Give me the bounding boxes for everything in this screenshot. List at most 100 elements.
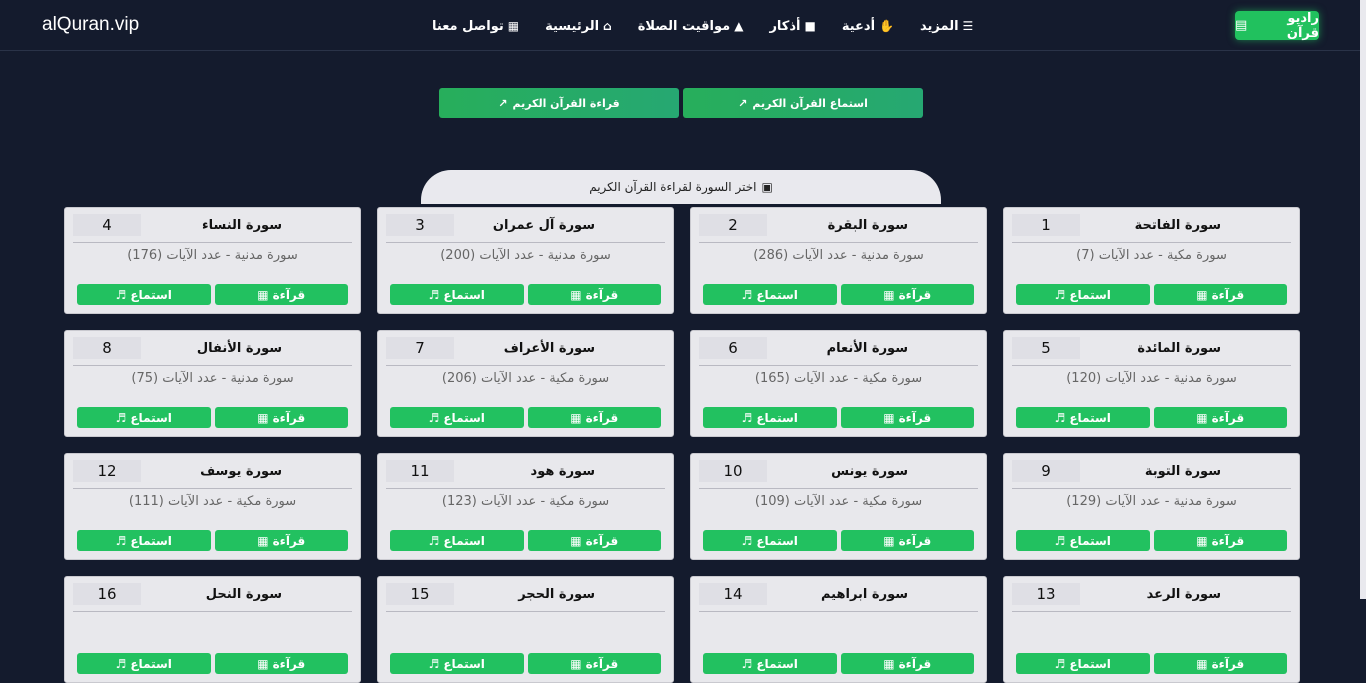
brand-logo[interactable]: alQuran.vip	[42, 14, 139, 36]
surah-number: 10	[699, 460, 767, 482]
open-book-icon: ▦	[1196, 656, 1208, 671]
listen-surah-button[interactable]: استماع ♬	[390, 407, 524, 428]
listen-surah-label: استماع	[130, 410, 172, 425]
open-book-icon: ▦	[1196, 533, 1208, 548]
listen-surah-button[interactable]: استماع ♬	[390, 530, 524, 551]
speaker-icon: ♬	[1054, 287, 1066, 302]
read-surah-label: قرآءة	[898, 287, 932, 302]
listen-surah-button[interactable]: استماع ♬	[1016, 530, 1150, 551]
listen-surah-button[interactable]: استماع ♬	[77, 653, 211, 674]
listen-quran-button[interactable]: استماع القرآن الكريم ↗	[683, 88, 923, 118]
speaker-icon: ♬	[115, 287, 127, 302]
read-surah-button[interactable]: قرآءة ▦	[1153, 407, 1287, 428]
nav-duas[interactable]: ✋ أدعية	[842, 16, 894, 36]
surah-card-header: سورة ابراهيم 14	[699, 577, 978, 612]
listen-surah-label: استماع	[756, 656, 798, 671]
speaker-icon: ♬	[115, 533, 127, 548]
listen-surah-label: استماع	[1069, 533, 1111, 548]
contact-icon: ▦	[507, 19, 520, 33]
menu-icon: ☰	[962, 19, 974, 33]
read-surah-button[interactable]: قرآءة ▦	[840, 530, 974, 551]
read-surah-button[interactable]: قرآءة ▦	[214, 653, 348, 674]
listen-surah-button[interactable]: استماع ♬	[703, 530, 837, 551]
open-book-icon: ▦	[883, 287, 895, 302]
surah-info: سورة مدنية - عدد الآيات (129)	[1066, 494, 1237, 509]
speaker-icon: ♬	[1054, 656, 1066, 671]
listen-surah-button[interactable]: استماع ♬	[703, 653, 837, 674]
listen-surah-label: استماع	[1069, 656, 1111, 671]
surah-number: 8	[73, 337, 141, 359]
listen-surah-button[interactable]: استماع ♬	[703, 407, 837, 428]
read-surah-button[interactable]: قرآءة ▦	[527, 530, 661, 551]
speaker-icon: ♬	[741, 410, 753, 425]
surah-info: سورة مكية - عدد الآيات (109)	[754, 494, 923, 509]
read-surah-button[interactable]: قرآءة ▦	[527, 653, 661, 674]
surah-card-header: سورة يوسف 12	[73, 454, 352, 489]
surah-card: سورة النساء 4 سورة مدنية - عدد الآيات (1…	[64, 207, 361, 314]
listen-surah-button[interactable]: استماع ♬	[1016, 407, 1150, 428]
read-surah-label: قرآءة	[898, 533, 932, 548]
read-surah-button[interactable]: قرآءة ▦	[527, 284, 661, 305]
read-surah-button[interactable]: قرآءة ▦	[214, 407, 348, 428]
read-surah-label: قرآءة	[585, 656, 619, 671]
surah-number: 7	[386, 337, 454, 359]
listen-surah-button[interactable]: استماع ♬	[1016, 653, 1150, 674]
surah-number: 16	[73, 583, 141, 605]
listen-surah-label: استماع	[756, 410, 798, 425]
read-surah-button[interactable]: قرآءة ▦	[527, 407, 661, 428]
nav-more[interactable]: ☰ المزيد	[920, 16, 973, 36]
read-surah-label: قرآءة	[585, 287, 619, 302]
nav-prayer-times[interactable]: ▲ مواقيت الصلاة	[638, 16, 744, 36]
surah-card: سورة الفاتحة 1 سورة مكية - عدد الآيات (7…	[1003, 207, 1300, 314]
listen-surah-button[interactable]: استماع ♬	[390, 284, 524, 305]
listen-surah-button[interactable]: استماع ♬	[77, 407, 211, 428]
nav-home[interactable]: ⌂ الرئيسية	[545, 16, 612, 36]
read-surah-button[interactable]: قرآءة ▦	[840, 407, 974, 428]
listen-surah-label: استماع	[443, 533, 485, 548]
surah-card-header: سورة البقرة 2	[699, 208, 978, 243]
speaker-icon: ♬	[115, 656, 127, 671]
nav-contact[interactable]: ▦ تواصل معنا	[432, 16, 519, 36]
surah-card: سورة الرعد 13 قرآءة ▦ استماع ♬	[1003, 576, 1300, 683]
surah-card-header: سورة الرعد 13	[1012, 577, 1291, 612]
read-surah-button[interactable]: قرآءة ▦	[840, 653, 974, 674]
praying-hands-icon: ✋	[879, 19, 894, 33]
surah-info: سورة مدنية - عدد الآيات (120)	[1066, 371, 1237, 386]
surah-name: سورة الأعراف	[503, 340, 595, 356]
surah-card-buttons: قرآءة ▦ استماع ♬	[1016, 407, 1287, 428]
radio-quran-button[interactable]: راديو قرآن ▤	[1235, 11, 1319, 41]
surah-card: سورة الحجر 15 قرآءة ▦ استماع ♬	[377, 576, 674, 683]
surah-number: 3	[386, 214, 454, 236]
speaker-icon: ♬	[115, 410, 127, 425]
read-surah-button[interactable]: قرآءة ▦	[1153, 653, 1287, 674]
read-surah-button[interactable]: قرآءة ▦	[214, 530, 348, 551]
open-book-icon: ▦	[1196, 287, 1208, 302]
read-surah-button[interactable]: قرآءة ▦	[840, 284, 974, 305]
surah-info: سورة مدنية - عدد الآيات (176)	[127, 248, 298, 263]
surah-card-buttons: قرآءة ▦ استماع ♬	[703, 530, 974, 551]
surah-card-buttons: قرآءة ▦ استماع ♬	[703, 407, 974, 428]
open-book-icon: ▦	[883, 410, 895, 425]
read-surah-label: قرآءة	[1211, 533, 1245, 548]
listen-surah-button[interactable]: استماع ♬	[390, 653, 524, 674]
listen-surah-button[interactable]: استماع ♬	[1016, 284, 1150, 305]
listen-surah-button[interactable]: استماع ♬	[703, 284, 837, 305]
surah-name: سورة الأنفال	[196, 340, 282, 356]
listen-surah-label: استماع	[1069, 287, 1111, 302]
open-book-icon: ▦	[883, 533, 895, 548]
read-surah-button[interactable]: قرآءة ▦	[1153, 530, 1287, 551]
read-surah-button[interactable]: قرآءة ▦	[1153, 284, 1287, 305]
read-surah-label: قرآءة	[272, 410, 306, 425]
listen-surah-label: استماع	[443, 656, 485, 671]
surah-card: سورة الأنعام 6 سورة مكية - عدد الآيات (1…	[690, 330, 987, 437]
listen-surah-button[interactable]: استماع ♬	[77, 530, 211, 551]
read-quran-button[interactable]: قراءة القرآن الكريم ↗	[439, 88, 679, 118]
read-surah-button[interactable]: قرآءة ▦	[214, 284, 348, 305]
listen-surah-label: استماع	[1069, 410, 1111, 425]
scrollbar[interactable]	[1360, 0, 1366, 599]
listen-surah-button[interactable]: استماع ♬	[77, 284, 211, 305]
surah-card-header: سورة الفاتحة 1	[1012, 208, 1291, 243]
nav-adhkar[interactable]: ■ أذكار	[769, 16, 815, 36]
speaker-icon: ♬	[428, 656, 440, 671]
surah-number: 1	[1012, 214, 1080, 236]
